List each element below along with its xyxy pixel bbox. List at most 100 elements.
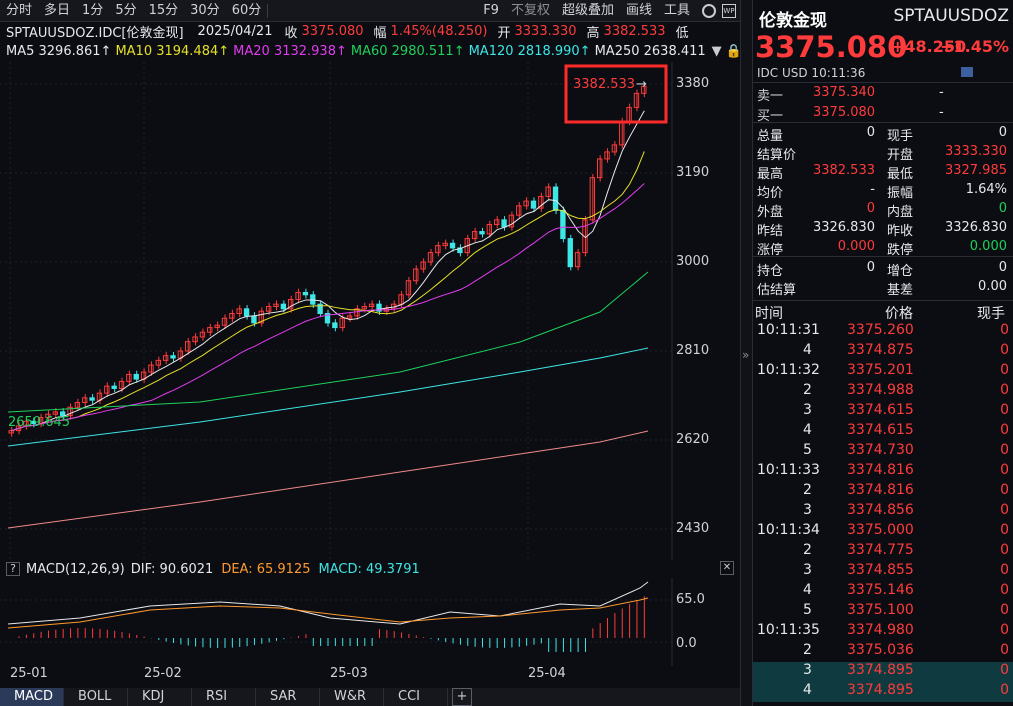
ma250-value: MA250 2638.411: [594, 44, 706, 59]
ma60-value: MA60 2980.511↑: [350, 44, 465, 59]
ticks-header-volume: 现手: [977, 306, 1005, 322]
y-label-2810: 2810: [676, 343, 710, 358]
tab-sar[interactable]: SAR: [256, 688, 320, 706]
tick-price: 3374.775: [847, 542, 914, 558]
tick-volume: 0: [1000, 482, 1009, 498]
x-label-apr: 25-04: [528, 666, 566, 681]
f9-button[interactable]: F9: [477, 0, 505, 22]
tick-row: 5 3374.730 0: [753, 442, 1013, 462]
trading-app: 分时 多日 1分 5分 15分 30分 60分 F9 不复权 超级叠加 画线 工…: [0, 0, 1013, 706]
stat-value: 0: [866, 260, 875, 275]
stat-value: 0: [998, 125, 1007, 140]
tick-price: 3374.615: [847, 402, 914, 418]
stat-value: 0: [866, 201, 875, 216]
tick-volume: 0: [1000, 522, 1009, 538]
tab-macd[interactable]: MACD: [0, 688, 64, 706]
tab-kdj[interactable]: KDJ: [128, 688, 192, 706]
period-tab-timeshare[interactable]: 分时: [0, 0, 38, 22]
period-tab-30min[interactable]: 30分: [184, 0, 226, 22]
tick-price: 3375.036: [847, 642, 914, 658]
no-adjust-button[interactable]: 不复权: [505, 0, 556, 22]
stat-value: 0: [866, 125, 875, 140]
quote-subinfo: IDC USD 10:11:36: [757, 66, 866, 80]
macd-bars: [18, 596, 645, 652]
tick-row: 4 3375.146 0: [753, 582, 1013, 602]
stat-value: 0.00: [978, 279, 1007, 294]
macd-y-label-65: 65.0: [676, 592, 705, 607]
collapse-panel-icon[interactable]: »: [742, 348, 749, 362]
tick-time: 3: [803, 502, 812, 518]
period-tab-60min[interactable]: 60分: [226, 0, 268, 22]
tick-price: 3374.816: [847, 482, 914, 498]
tick-row: 2 3374.816 0: [753, 482, 1013, 502]
tab-rsi[interactable]: RSI: [192, 688, 256, 706]
stat-label: 估结算: [757, 283, 797, 298]
stat-value: 3327.985: [944, 163, 1007, 178]
tick-row: 3 3374.615 0: [753, 402, 1013, 422]
draw-line-button[interactable]: 画线: [620, 0, 658, 22]
stat-value: 0: [998, 260, 1007, 275]
tick-volume: 0: [1000, 382, 1009, 398]
tab-cci[interactable]: CCI: [384, 688, 448, 706]
tick-row: 3 3374.895 0: [753, 662, 1013, 682]
high-highlight-box: [564, 64, 668, 124]
tick-price: 3375.000: [847, 522, 914, 538]
tick-row: 2 3375.036 0: [753, 642, 1013, 662]
stat-label: 总量: [757, 129, 784, 144]
toolbar-divider: [267, 3, 269, 18]
stat-label: 结算价: [757, 148, 797, 163]
stat-value: 3326.830: [944, 220, 1007, 235]
divider: [753, 122, 1013, 123]
kline-chart[interactable]: 3382.533 → 2659.645: [0, 62, 740, 562]
tick-time: 4: [803, 422, 812, 438]
add-indicator-button[interactable]: +: [452, 688, 472, 706]
high-marker-arrow: →: [636, 77, 647, 92]
macd-chart[interactable]: [0, 578, 740, 666]
period-tab-1min[interactable]: 1分: [76, 0, 109, 22]
stat-value: 3382.533: [812, 163, 875, 178]
tick-row: 3 3374.856 0: [753, 502, 1013, 522]
close-icon[interactable]: ✕: [720, 561, 734, 575]
tick-time: 10:11:31: [757, 322, 820, 338]
instrument-code: SPTAUUSDOZ: [893, 6, 1009, 26]
gear-icon[interactable]: [702, 4, 716, 18]
tick-time: 5: [803, 442, 812, 458]
tick-time: 10:11:33: [757, 462, 820, 478]
ma10-value: MA10 3194.484↑: [115, 44, 230, 59]
range-value: 1.45%(48.250): [390, 24, 488, 39]
tick-volume: 0: [1000, 462, 1009, 478]
y-label-2430: 2430: [676, 521, 710, 536]
help-icon[interactable]: ?: [6, 562, 20, 576]
high-value: 3382.533: [603, 24, 666, 39]
overlay-button[interactable]: 超级叠加: [556, 0, 620, 22]
tick-time: 4: [803, 342, 812, 358]
stat-value: -: [870, 182, 875, 197]
tools-button[interactable]: 工具: [658, 0, 696, 22]
tab-boll[interactable]: BOLL: [64, 688, 128, 706]
tick-time: 4: [803, 582, 812, 598]
tick-price: 3374.615: [847, 422, 914, 438]
tick-time: 2: [803, 382, 812, 398]
tick-volume: 0: [1000, 422, 1009, 438]
tick-time: 10:11:35: [757, 622, 820, 638]
range-label: 幅: [373, 26, 387, 41]
y-label-3000: 3000: [676, 254, 710, 269]
tick-row: 10:11:32 3375.201 0: [753, 362, 1013, 382]
wp-icon[interactable]: WP: [722, 4, 736, 18]
period-tab-multiday[interactable]: 多日: [38, 0, 76, 22]
tick-volume: 0: [1000, 642, 1009, 658]
ma-collapse-icon[interactable]: ▼: [712, 44, 722, 59]
tick-volume: 0: [1000, 622, 1009, 638]
tick-volume: 0: [1000, 582, 1009, 598]
tick-time: 2: [803, 482, 812, 498]
tick-time: 4: [803, 682, 812, 698]
stat-label: 最低: [887, 167, 914, 182]
period-tab-15min[interactable]: 15分: [143, 0, 185, 22]
macd-dea: DEA: 65.9125: [221, 561, 311, 577]
period-tab-5min[interactable]: 5分: [109, 0, 142, 22]
tick-row: 4 3374.875 0: [753, 342, 1013, 362]
edit-icon[interactable]: [961, 67, 973, 77]
high-highlight-rect: [564, 64, 668, 124]
y-label-3380: 3380: [676, 76, 710, 91]
tab-wr[interactable]: W&R: [320, 688, 384, 706]
